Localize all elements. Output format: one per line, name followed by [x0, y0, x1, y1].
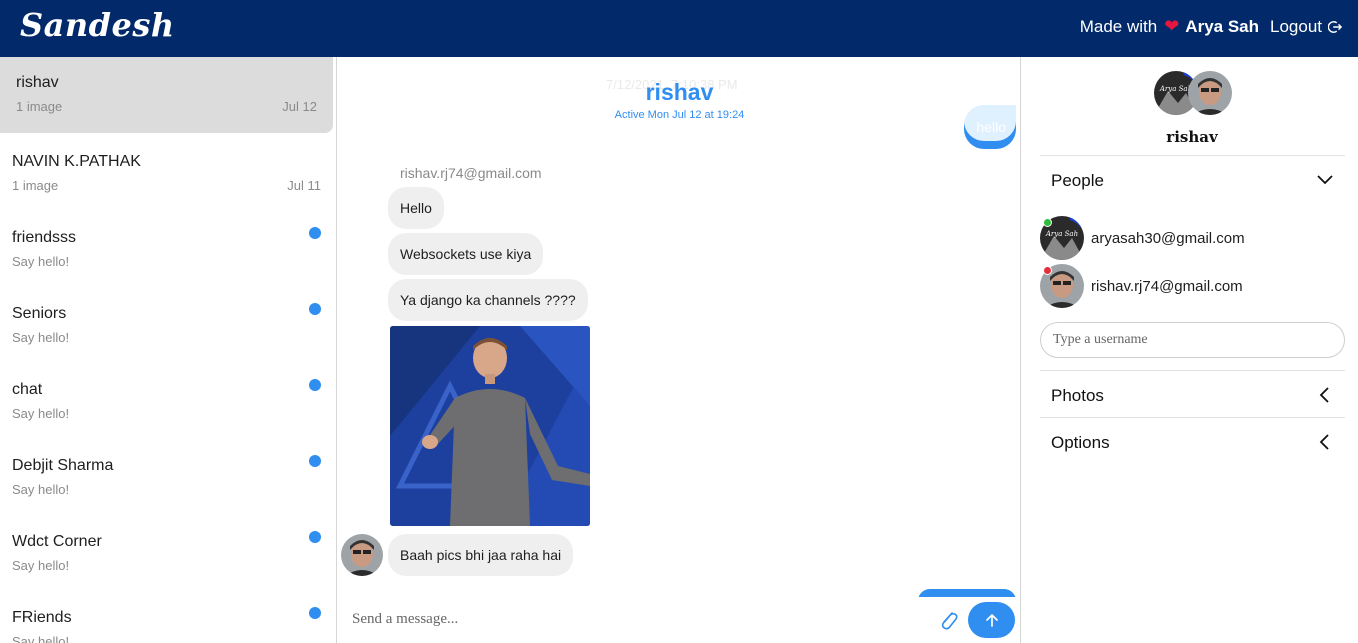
people-section-title[interactable]: People: [1051, 171, 1104, 191]
logout-link[interactable]: Logout: [1270, 17, 1342, 37]
online-status-dot: [1043, 218, 1052, 227]
logout-icon: [1328, 20, 1342, 33]
conversation-name: Debjit Sharma: [12, 457, 114, 474]
conversation-name: rishav: [16, 74, 59, 91]
conversation-preview: Say hello!: [12, 330, 70, 345]
conversation-name: friendsss: [12, 229, 77, 246]
paperclip-icon[interactable]: [938, 607, 958, 631]
shared-photo[interactable]: [390, 326, 590, 526]
conversation-name: Wdct Corner: [12, 533, 102, 550]
brand-logo[interactable]: Sandesh: [20, 6, 175, 44]
conversation-name: FRiends: [12, 609, 72, 626]
arrow-up-icon: [985, 614, 998, 627]
shared-photo-image: [390, 326, 590, 526]
divider: [1040, 370, 1345, 371]
conversation-item-navin[interactable]: NAVIN K.PATHAK 1 image Jul 11: [0, 133, 336, 209]
conversation-date: Jul 11: [287, 178, 321, 193]
top-bar: Sandesh Made with ❤ Arya Sah Logout: [0, 0, 1358, 57]
person-email: aryasah30@gmail.com: [1091, 230, 1245, 247]
conversation-item-chat[interactable]: chat Say hello!: [0, 361, 336, 437]
unread-dot: [309, 455, 321, 467]
offline-status-dot: [1043, 266, 1052, 275]
conversation-item-friendsss[interactable]: friendsss Say hello!: [0, 209, 336, 285]
chat-active-status: Active Mon Jul 12 at 19:24: [614, 109, 745, 121]
incoming-message: Ya django ka channels ????: [388, 279, 588, 321]
panel-conversation-name: rishav: [1166, 128, 1218, 146]
divider: [1040, 417, 1345, 418]
options-section-title[interactable]: Options: [1051, 433, 1110, 453]
conversation-name: chat: [12, 381, 43, 398]
conversation-item-friends[interactable]: FRiends Say hello!: [0, 589, 336, 643]
incoming-message: Websockets use kiya: [388, 233, 544, 275]
heart-icon: ❤: [1164, 16, 1180, 36]
conversation-name: Seniors: [12, 305, 67, 322]
divider: [1040, 155, 1345, 156]
people-list-item[interactable]: rishav.rj74@gmail.com: [1040, 264, 1340, 310]
svg-text:Arya Sah: Arya Sah: [1045, 230, 1078, 238]
conversation-preview: Say hello!: [12, 558, 70, 573]
unread-dot: [309, 227, 321, 239]
unread-dot: [309, 531, 321, 543]
chevron-left-icon[interactable]: [1316, 386, 1334, 404]
person-email: rishav.rj74@gmail.com: [1091, 278, 1243, 295]
conversation-item-rishav[interactable]: rishav 1 image Jul 12: [0, 57, 333, 133]
conversation-name: NAVIN K.PATHAK: [12, 153, 141, 170]
chat-window: 7/12/2021, 7:10:38 PM rishav Active Mon …: [338, 57, 1021, 643]
unread-dot: [309, 607, 321, 619]
conversation-preview: 1 image: [12, 178, 59, 193]
people-list-item[interactable]: Arya Sah aryasah30@gmail.com: [1040, 216, 1340, 262]
conversation-preview: Say hello!: [12, 634, 70, 643]
incoming-message: Baah pics bhi jaa raha hai: [388, 534, 574, 576]
conversation-preview: Say hello!: [12, 254, 70, 269]
header-right: Made with ❤ Arya Sah Logout: [1080, 16, 1342, 37]
conversation-list: rishav 1 image Jul 12 NAVIN K.PATHAK 1 i…: [0, 57, 337, 643]
conversation-item-wdct-corner[interactable]: Wdct Corner Say hello!: [0, 513, 336, 589]
message-input[interactable]: [352, 601, 912, 637]
sender-email: rishav.rj74@gmail.com: [400, 165, 542, 181]
conversation-preview: 1 image: [16, 99, 63, 114]
message-composer: [338, 597, 1020, 643]
participant-avatars: Arya Sah: [1154, 71, 1234, 115]
chevron-left-icon[interactable]: [1316, 433, 1334, 451]
username-search-input[interactable]: [1040, 322, 1345, 358]
send-button[interactable]: [968, 602, 1015, 638]
avatar: [1188, 71, 1232, 115]
conversation-item-debjit-sharma[interactable]: Debjit Sharma Say hello!: [0, 437, 336, 513]
sender-avatar: [341, 534, 383, 576]
outgoing-message: hello: [964, 105, 1016, 149]
conversation-details-panel: Arya Sah rishav People Arya Sah aryasah3…: [1022, 57, 1358, 643]
chevron-down-icon[interactable]: [1316, 171, 1334, 189]
conversation-preview: Say hello!: [12, 406, 70, 421]
unread-dot: [309, 303, 321, 315]
unread-dot: [309, 379, 321, 391]
author-name: Arya Sah: [1185, 16, 1259, 36]
incoming-message: Hello: [388, 187, 444, 229]
conversation-preview: Say hello!: [12, 482, 70, 497]
logout-label: Logout: [1270, 16, 1322, 36]
conversation-date: Jul 12: [282, 99, 317, 114]
photos-section-title[interactable]: Photos: [1051, 386, 1104, 406]
conversation-item-seniors[interactable]: Seniors Say hello!: [0, 285, 336, 361]
made-with-text: Made with: [1079, 16, 1158, 36]
chat-title: rishav: [645, 79, 714, 105]
